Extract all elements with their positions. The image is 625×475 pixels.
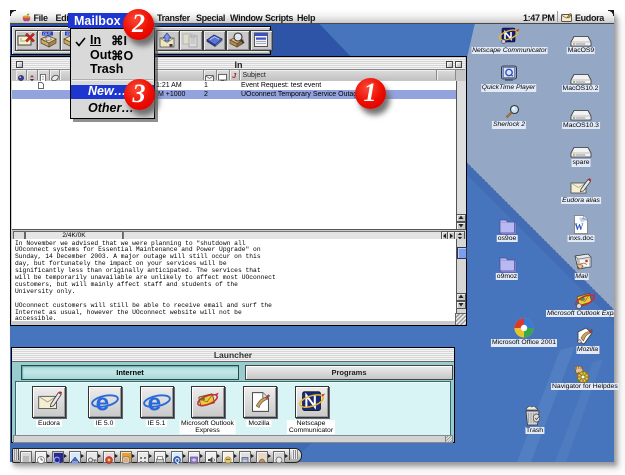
svg-text:Q: Q <box>175 458 180 464</box>
svg-text:e: e <box>148 389 162 416</box>
svg-text:W: W <box>575 222 584 232</box>
svg-text:OUT: OUT <box>43 32 52 36</box>
svg-text:e: e <box>96 389 110 416</box>
